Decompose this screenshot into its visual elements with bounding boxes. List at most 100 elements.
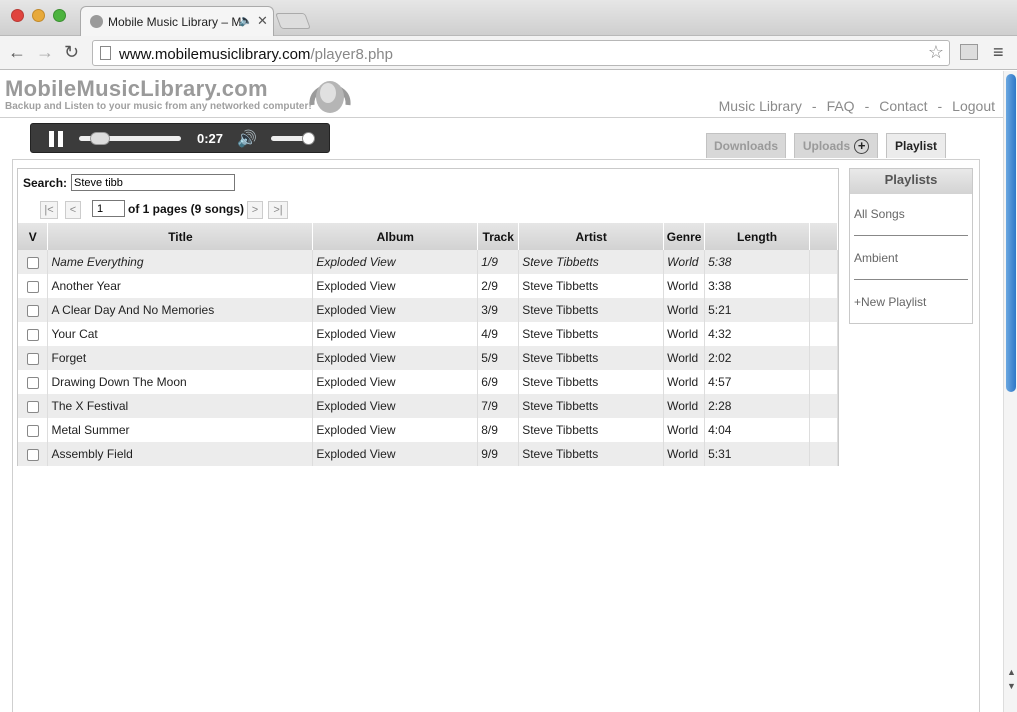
browser-tab[interactable]: Mobile Music Library – M 🔈 ✕	[80, 6, 274, 36]
cell-genre: World	[663, 394, 706, 418]
seek-handle[interactable]	[90, 132, 111, 145]
search-input[interactable]	[71, 174, 235, 191]
page-icon	[100, 46, 111, 60]
playlists-panel: Playlists All Songs Ambient +New Playlis…	[849, 168, 973, 324]
scroll-down-icon[interactable]: ▼	[1007, 681, 1016, 691]
row-checkbox[interactable]	[27, 256, 39, 269]
forward-icon[interactable]: →	[36, 42, 54, 63]
volume-handle[interactable]	[302, 132, 316, 145]
tab-uploads[interactable]: Uploads +	[794, 133, 878, 158]
col-length[interactable]: Length	[704, 223, 810, 250]
table-row[interactable]: Metal Summer Exploded View 8/9 Steve Tibbet…	[18, 418, 838, 442]
new-tab-button[interactable]	[275, 13, 311, 29]
playlist-all-songs[interactable]: All Songs	[854, 207, 905, 221]
table-row[interactable]: The X Festival Exploded View 7/9 Steve Tibb…	[18, 394, 838, 418]
page-scrollbar[interactable]: ▲ ▼	[1003, 71, 1017, 712]
cell-length: 2:02	[704, 346, 810, 370]
volume-slider[interactable]	[271, 132, 316, 145]
table-row[interactable]: Name Everything Exploded View 1/9 Steve Tib…	[18, 250, 838, 274]
col-track[interactable]: Track	[477, 223, 520, 250]
row-checkbox[interactable]	[27, 328, 39, 341]
table-row[interactable]: Your Cat Exploded View 4/9 Steve Tibbetts Wo…	[18, 322, 838, 346]
row-checkbox[interactable]	[27, 352, 39, 365]
nav-separator: -	[811, 98, 817, 114]
logo-subtitle: Backup and Listen to your music from any…	[5, 101, 312, 112]
col-artist[interactable]: Artist	[518, 223, 665, 250]
cell-title: Assembly Field	[47, 442, 314, 466]
table-row[interactable]: A Clear Day And No Memories Exploded View…	[18, 298, 838, 322]
scrollbar-thumb[interactable]	[1006, 74, 1016, 392]
playlist-divider	[854, 279, 968, 280]
table-row[interactable]: Assembly Field Exploded View 9/9 Steve Tibb…	[18, 442, 838, 466]
nav-music-library[interactable]: Music Library	[719, 98, 802, 114]
row-checkbox[interactable]	[27, 424, 39, 437]
reload-icon[interactable]: ↻	[64, 42, 79, 63]
row-checkbox[interactable]	[27, 400, 39, 413]
row-checkbox[interactable]	[27, 376, 39, 389]
last-page-button[interactable]: >|	[268, 201, 288, 219]
row-checkbox[interactable]	[27, 304, 39, 317]
row-select-cell	[18, 298, 49, 322]
window-close-button[interactable]	[11, 9, 24, 22]
tab-title: Mobile Music Library – M	[108, 15, 242, 29]
menu-icon[interactable]: ≡	[993, 42, 1004, 63]
row-select-cell	[18, 274, 49, 298]
volume-icon[interactable]: 🔊	[237, 129, 257, 149]
cell-title: Metal Summer	[47, 418, 314, 442]
window-maximize-button[interactable]	[53, 9, 66, 22]
col-genre[interactable]: Genre	[663, 223, 706, 250]
cell-length: 3:38	[704, 274, 810, 298]
row-checkbox[interactable]	[27, 280, 39, 293]
cell-album: Exploded View	[312, 418, 479, 442]
nav-logout[interactable]: Logout	[952, 98, 995, 114]
pause-button[interactable]	[49, 131, 65, 147]
row-checkbox[interactable]	[27, 448, 39, 461]
col-title[interactable]: Title	[47, 223, 314, 250]
extension-icon[interactable]	[960, 44, 978, 60]
table-row[interactable]: Drawing Down The Moon Exploded View 6/9 Ste…	[18, 370, 838, 394]
nav-faq[interactable]: FAQ	[827, 98, 855, 114]
cell-album: Exploded View	[312, 298, 479, 322]
cell-extra	[809, 298, 838, 322]
scroll-up-icon[interactable]: ▲	[1007, 667, 1016, 677]
cell-genre: World	[663, 442, 706, 466]
plus-icon[interactable]: +	[854, 139, 870, 155]
next-page-button[interactable]: >	[247, 201, 263, 219]
table-row[interactable]: Forget Exploded View 5/9 Steve Tibbetts Worl…	[18, 346, 838, 370]
table-row[interactable]: Another Year Exploded View 2/9 Steve Tibbet…	[18, 274, 838, 298]
tab-close-icon[interactable]: ✕	[257, 13, 268, 29]
cell-length: 4:32	[704, 322, 810, 346]
page-number-input[interactable]	[92, 200, 125, 217]
prev-page-button[interactable]: <	[65, 201, 81, 219]
row-select-cell	[18, 346, 49, 370]
new-playlist-link[interactable]: +New Playlist	[854, 295, 926, 309]
audio-player: 0:27 🔊	[30, 123, 330, 153]
tab-playlist[interactable]: Playlist	[886, 133, 946, 158]
page-summary: of 1 pages (9 songs)	[128, 202, 245, 216]
url-text[interactable]: www.mobilemusiclibrary.com/player8.php	[119, 46, 393, 63]
address-bar[interactable]: www.mobilemusiclibrary.com/player8.php ☆	[92, 40, 950, 66]
browser-titlebar: Mobile Music Library – M 🔈 ✕	[0, 0, 1017, 36]
seek-bar[interactable]	[79, 132, 181, 145]
window-minimize-button[interactable]	[32, 9, 45, 22]
cell-genre: World	[663, 322, 706, 346]
cell-length: 5:38	[704, 250, 810, 274]
cell-album: Exploded View	[312, 370, 479, 394]
cell-title: The X Festival	[47, 394, 314, 418]
cell-album: Exploded View	[312, 394, 479, 418]
bookmark-star-icon[interactable]: ☆	[928, 42, 944, 63]
col-select[interactable]: V	[18, 223, 49, 250]
playlist-ambient[interactable]: Ambient	[854, 251, 898, 265]
col-album[interactable]: Album	[312, 223, 479, 250]
tab-downloads[interactable]: Downloads	[706, 133, 786, 158]
cell-track: 3/9	[477, 298, 520, 322]
top-navigation: Music Library - FAQ - Contact - Logout	[719, 98, 995, 114]
back-icon[interactable]: ←	[8, 42, 26, 63]
cell-extra	[809, 418, 838, 442]
cell-genre: World	[663, 418, 706, 442]
first-page-button[interactable]: |<	[40, 201, 58, 219]
site-logo[interactable]: MobileMusicLibrary.com Backup and Listen…	[5, 76, 312, 112]
nav-contact[interactable]: Contact	[879, 98, 927, 114]
cell-title: Drawing Down The Moon	[47, 370, 314, 394]
browser-toolbar: ← → ↻ www.mobilemusiclibrary.com/player8…	[0, 36, 1017, 70]
